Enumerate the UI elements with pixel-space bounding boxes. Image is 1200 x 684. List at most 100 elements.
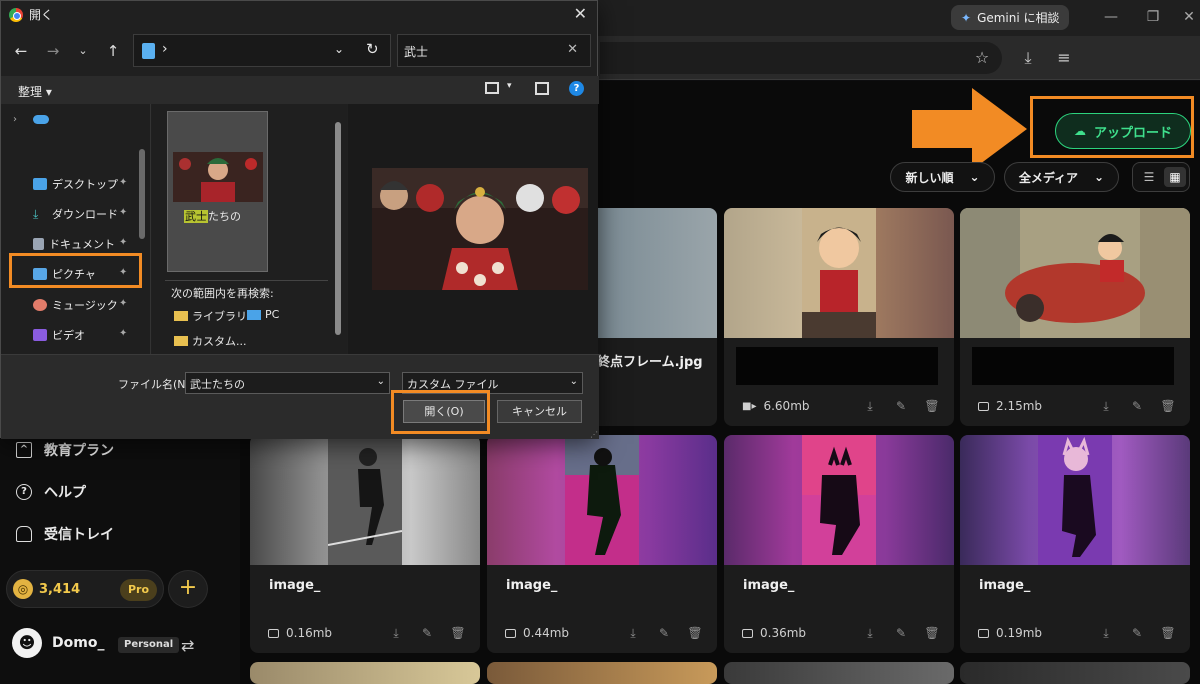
- close-icon[interactable]: ✕: [574, 4, 587, 23]
- edit-icon[interactable]: ✎: [1127, 623, 1147, 643]
- view-mode-chevron-icon[interactable]: ▾: [507, 81, 512, 91]
- forward-arrow-icon[interactable]: →: [43, 41, 63, 61]
- nav-scrollbar[interactable]: [139, 149, 145, 239]
- edit-icon[interactable]: ✎: [417, 623, 437, 643]
- expand-chevron-icon[interactable]: ›: [13, 114, 17, 125]
- media-card[interactable]: 2.15mb ⤓ ✎ 🗑: [960, 208, 1190, 426]
- download-icon[interactable]: ⤓: [1096, 396, 1116, 416]
- avatar: ☻: [12, 628, 42, 658]
- download-icon[interactable]: ⤓: [1096, 623, 1116, 643]
- view-mode-icon[interactable]: [485, 82, 499, 94]
- filename-label: ファイル名(N):: [118, 378, 194, 391]
- preview-pane-icon[interactable]: [535, 82, 549, 95]
- pin-icon: ✦: [119, 237, 128, 248]
- path-chevron-down-icon[interactable]: ⌄: [334, 42, 344, 56]
- edit-icon[interactable]: ✎: [891, 623, 911, 643]
- video-folder-icon: [33, 329, 47, 341]
- search-input[interactable]: 武士 ✕: [397, 34, 591, 67]
- trash-icon[interactable]: 🗑: [685, 623, 705, 643]
- trash-icon[interactable]: 🗑: [1158, 623, 1178, 643]
- search-library-link[interactable]: ライブラリ: [174, 308, 247, 324]
- download-icon[interactable]: ⤓: [386, 623, 406, 643]
- gemini-button[interactable]: ✦ Gemini に相談: [951, 5, 1069, 30]
- onedrive-cloud-icon[interactable]: [33, 115, 49, 124]
- help-icon[interactable]: ?: [569, 81, 584, 96]
- filename-input[interactable]: 武士たちの ⌄: [185, 372, 390, 394]
- image-icon: [978, 628, 989, 638]
- file-item-selected[interactable]: 武士たちの: [167, 111, 268, 272]
- minimize-icon[interactable]: —: [1098, 6, 1124, 28]
- recent-chevron-icon[interactable]: ⌄: [73, 41, 93, 61]
- credits-pill[interactable]: ◎ 3,414 Pro: [6, 570, 164, 608]
- filetype-chevron-down-icon[interactable]: ⌄: [570, 376, 578, 387]
- media-card[interactable]: image_ 0.19mb ⤓ ✎ 🗑: [960, 435, 1190, 653]
- document-icon: [33, 238, 44, 250]
- trash-icon[interactable]: 🗑: [448, 623, 468, 643]
- divider: [165, 280, 328, 281]
- file-list-scrollbar[interactable]: [335, 122, 341, 335]
- edit-icon[interactable]: ✎: [891, 396, 911, 416]
- neon-cat-image: [802, 435, 876, 565]
- list-view-icon[interactable]: ☰: [1138, 167, 1160, 187]
- cancel-button[interactable]: キャンセル: [497, 400, 582, 423]
- media-card-partial[interactable]: [724, 662, 954, 684]
- breadcrumb-separator: ›: [162, 41, 168, 57]
- user-profile[interactable]: ☻ Domo_: [12, 628, 104, 658]
- card-actions: ⤓ ✎ 🗑: [623, 623, 705, 643]
- search-custom-link[interactable]: カスタム...: [174, 333, 247, 349]
- sidebar-item-help[interactable]: ? ヘルプ: [16, 482, 86, 502]
- file-size: 0.16mb: [268, 626, 332, 640]
- open-highlight-box: [391, 390, 490, 434]
- image-icon: [742, 628, 753, 638]
- media-card[interactable]: ■▸ 6.60mb ⤓ ✎ 🗑: [724, 208, 954, 426]
- back-arrow-icon[interactable]: ←: [11, 41, 31, 61]
- nav-item-documents[interactable]: ドキュメント: [33, 236, 115, 252]
- media-card[interactable]: image_ 0.44mb ⤓ ✎ 🗑: [487, 435, 717, 653]
- download-icon[interactable]: ⤓: [1016, 46, 1040, 70]
- media-filter-dropdown[interactable]: 全メディア ⌄: [1004, 162, 1119, 192]
- pro-badge[interactable]: Pro: [119, 579, 157, 601]
- media-card[interactable]: image_ 0.16mb ⤓ ✎ 🗑: [250, 435, 480, 653]
- resize-grip-icon[interactable]: ⋰: [590, 430, 598, 439]
- media-card[interactable]: image_ 0.36mb ⤓ ✎ 🗑: [724, 435, 954, 653]
- trash-icon[interactable]: 🗑: [1158, 396, 1178, 416]
- address-bar[interactable]: [600, 42, 1002, 74]
- download-icon[interactable]: ⤓: [860, 623, 880, 643]
- filename-chevron-down-icon[interactable]: ⌄: [377, 376, 385, 387]
- nav-item-desktop[interactable]: デスクトップ: [33, 176, 118, 192]
- media-thumbnail: [960, 435, 1190, 565]
- clear-search-icon[interactable]: ✕: [567, 42, 578, 57]
- media-card-partial[interactable]: [960, 662, 1190, 684]
- edit-icon[interactable]: ✎: [654, 623, 674, 643]
- image-icon: [505, 628, 516, 638]
- restore-icon[interactable]: ❐: [1140, 6, 1166, 28]
- window-close-icon[interactable]: ✕: [1176, 6, 1200, 28]
- search-pc-link[interactable]: PC: [247, 308, 279, 321]
- edit-icon[interactable]: ✎: [1127, 396, 1147, 416]
- nav-item-downloads[interactable]: ⤓ ダウンロード: [33, 206, 118, 222]
- organize-menu[interactable]: 整理 ▾: [18, 83, 52, 100]
- media-card-partial[interactable]: [487, 662, 717, 684]
- media-card-partial[interactable]: [250, 662, 480, 684]
- nav-item-videos[interactable]: ビデオ: [33, 327, 85, 343]
- grid-view-icon[interactable]: ▦: [1164, 167, 1186, 187]
- trash-icon[interactable]: 🗑: [922, 396, 942, 416]
- pin-icon: ✦: [119, 328, 128, 339]
- download-icon[interactable]: ⤓: [623, 623, 643, 643]
- reading-list-icon[interactable]: ≡: [1052, 46, 1076, 70]
- sort-dropdown[interactable]: 新しい順 ⌄: [890, 162, 995, 192]
- trash-icon[interactable]: 🗑: [922, 623, 942, 643]
- download-icon[interactable]: ⤓: [860, 396, 880, 416]
- refresh-icon[interactable]: ↻: [366, 40, 379, 58]
- nav-item-music[interactable]: ミュージック: [33, 297, 118, 313]
- sidebar-item-inbox[interactable]: 受信トレイ: [16, 524, 114, 544]
- bookmark-star-icon[interactable]: ☆: [970, 46, 994, 70]
- up-arrow-icon[interactable]: ↑: [103, 41, 123, 61]
- switch-account-icon[interactable]: ⇄: [181, 636, 194, 655]
- path-bar[interactable]: › ⌄ ↻: [133, 34, 391, 67]
- motorbike-character-image: [960, 208, 1190, 338]
- gemini-sparkle-icon: ✦: [961, 10, 972, 25]
- sidebar-item-education[interactable]: ^ 教育プラン: [16, 440, 114, 460]
- add-credits-button[interactable]: +: [168, 570, 208, 608]
- card-actions: ⤓ ✎ 🗑: [860, 396, 942, 416]
